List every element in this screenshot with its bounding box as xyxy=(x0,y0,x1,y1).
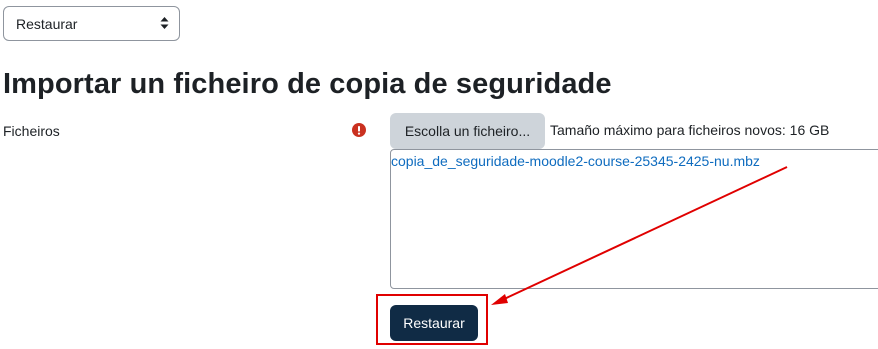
file-drop-area[interactable]: copia_de_seguridade-moodle2-course-25345… xyxy=(390,149,878,289)
files-label: Ficheiros xyxy=(3,123,60,139)
restore-page: Restaurar Importar un ficheiro de copia … xyxy=(0,0,878,349)
uploaded-file-link[interactable]: copia_de_seguridade-moodle2-course-25345… xyxy=(391,153,760,169)
exclamation-circle-icon xyxy=(352,123,366,137)
restore-submit-button[interactable]: Restaurar xyxy=(390,305,478,341)
choose-file-button[interactable]: Escolla un ficheiro... xyxy=(390,113,545,149)
max-size-text: Tamaño máximo para ficheiros novos: 16 G… xyxy=(550,122,830,138)
restore-select[interactable]: Restaurar xyxy=(3,6,180,41)
page-title: Importar un ficheiro de copia de segurid… xyxy=(3,68,612,100)
sort-caret-icon xyxy=(160,17,169,29)
restore-select-value: Restaurar xyxy=(16,15,78,32)
